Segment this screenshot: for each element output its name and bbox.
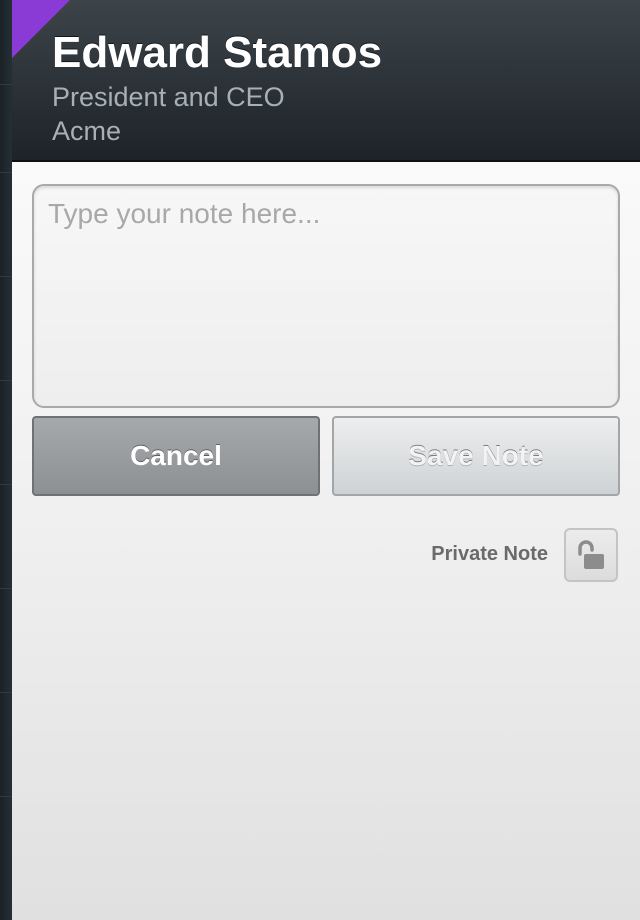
note-textarea[interactable] — [32, 184, 620, 408]
note-editor-panel: Cancel Save Note Private Note — [12, 162, 640, 920]
private-note-toggle[interactable] — [564, 528, 618, 582]
save-note-button[interactable]: Save Note — [332, 416, 620, 496]
cancel-button-label: Cancel — [130, 440, 222, 471]
divider — [0, 172, 12, 173]
divider — [0, 796, 12, 797]
contact-header: Edward Stamos President and CEO Acme — [12, 0, 640, 162]
divider — [0, 692, 12, 693]
divider — [0, 276, 12, 277]
unlocked-padlock-icon — [578, 540, 604, 569]
cancel-button[interactable]: Cancel — [32, 416, 320, 496]
divider — [0, 84, 12, 85]
divider — [0, 380, 12, 381]
divider — [0, 588, 12, 589]
private-note-label: Private Note — [431, 543, 548, 565]
contact-name: Edward Stamos — [52, 28, 383, 77]
save-note-button-label: Save Note — [408, 440, 544, 471]
contact-company: Acme — [52, 116, 122, 146]
background-view-strip — [0, 0, 12, 920]
contact-title: President and CEO — [52, 82, 285, 112]
divider — [0, 484, 12, 485]
